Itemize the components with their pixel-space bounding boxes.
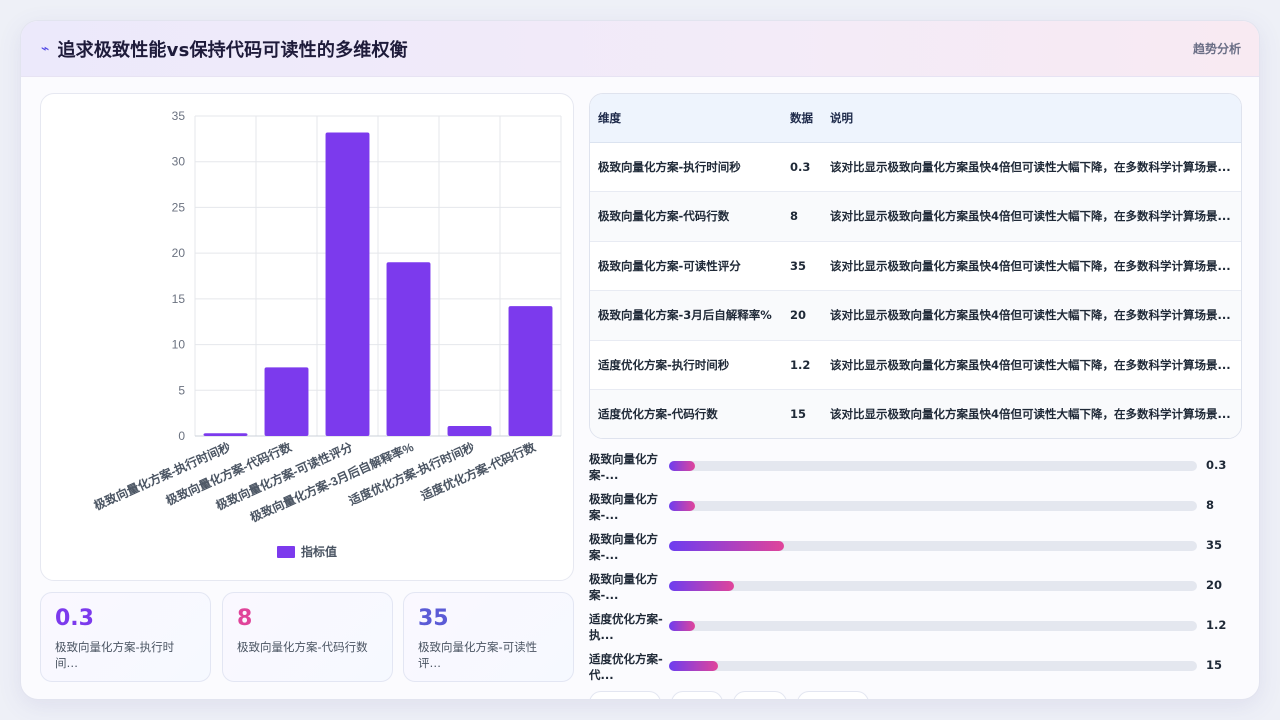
- table-row[interactable]: 极致向量化方案-可读性评分 35 该对比显示极致向量化方案虽快4倍但可读性大幅下…: [590, 241, 1241, 291]
- bar: [508, 306, 553, 436]
- y-tick-label: 0: [178, 429, 185, 443]
- cell-description: 该对比显示极致向量化方案虽快4倍但可读性大幅下降，在多数科学计算场景...: [822, 191, 1241, 242]
- progress-value: 15: [1206, 658, 1223, 672]
- cell-description: 该对比显示极致向量化方案虽快4倍但可读性大幅下降，在多数科学计算场景...: [822, 389, 1241, 438]
- y-tick-label: 30: [172, 155, 186, 169]
- y-tick-label: 5: [178, 383, 185, 397]
- progress-track: [669, 501, 1197, 511]
- kpi-card-1[interactable]: 0.3 极致向量化方案-执行时间…: [40, 592, 211, 682]
- cell-dimension: 极致向量化方案-代码行数: [590, 191, 782, 242]
- progress-track: [669, 661, 1197, 671]
- table-header-row: 维度 数据 说明: [590, 94, 1241, 143]
- progress-row: 适度优化方案-执... 1.2: [589, 609, 1249, 645]
- bar: [325, 132, 370, 436]
- progress-value: 35: [1206, 538, 1223, 552]
- trend-analysis-tag[interactable]: 趋势分析: [1193, 40, 1241, 57]
- progress-value: 8: [1206, 498, 1215, 512]
- progress-track: [669, 461, 1197, 471]
- progress-fill: [669, 661, 719, 671]
- y-tick-label: 35: [172, 109, 186, 123]
- header: ⌁ 追求极致性能vs保持代码可读性的多维权衡 趋势分析: [21, 21, 1259, 77]
- table-row[interactable]: 适度优化方案-代码行数 15 该对比显示极致向量化方案虽快4倍但可读性大幅下降，…: [590, 389, 1241, 438]
- filter-pill[interactable]: [671, 691, 723, 699]
- kpi-label: 极致向量化方案-可读性评…: [418, 640, 538, 670]
- cell-value: 20: [782, 290, 822, 341]
- cell-description: 该对比显示极致向量化方案虽快4倍但可读性大幅下降，在多数科学计算场景...: [822, 290, 1241, 341]
- progress-value: 0.3: [1206, 458, 1227, 472]
- progress-row: 极致向量化方案-... 0.3: [589, 449, 1249, 485]
- kpi-value: 0.3: [55, 606, 94, 631]
- cell-value: 15: [782, 389, 822, 438]
- progress-label: 适度优化方案-代...: [589, 652, 663, 682]
- progress-track: [669, 621, 1197, 631]
- table-row[interactable]: 极致向量化方案-代码行数 8 该对比显示极致向量化方案虽快4倍但可读性大幅下降，…: [590, 191, 1241, 242]
- progress-label: 极致向量化方案-...: [589, 532, 658, 562]
- progress-fill: [669, 541, 784, 551]
- legend-swatch: [277, 546, 295, 558]
- cell-description: 该对比显示极致向量化方案虽快4倍但可读性大幅下降，在多数科学计算场景...: [822, 340, 1241, 390]
- progress-value: 1.2: [1206, 618, 1227, 632]
- progress-fill: [669, 461, 696, 471]
- dashboard-frame: ⌁ 追求极致性能vs保持代码可读性的多维权衡 趋势分析 0 5 10 15 20 25 30…: [20, 20, 1260, 700]
- kpi-label: 极致向量化方案-执行时间…: [55, 640, 175, 670]
- progress-fill: [669, 621, 696, 631]
- bar: [264, 367, 309, 436]
- kpi-value: 35: [418, 606, 449, 631]
- filter-pill[interactable]: [733, 691, 787, 699]
- x-tick-label: 适度优化方案-代码行数: [418, 439, 538, 504]
- column-header-data: 数据: [782, 94, 822, 143]
- progress-track: [669, 541, 1197, 551]
- bar-chart: 05101520253035极致向量化方案-执行时间秒极致向量化方案-代码行数极…: [91, 109, 562, 559]
- cell-value: 35: [782, 241, 822, 291]
- cell-dimension: 适度优化方案-执行时间秒: [590, 340, 782, 390]
- progress-label: 极致向量化方案-...: [589, 452, 658, 482]
- cell-description: 该对比显示极致向量化方案虽快4倍但可读性大幅下降，在多数科学计算场景...: [822, 241, 1241, 291]
- cell-value: 1.2: [782, 340, 822, 390]
- data-table-card: 维度 数据 说明 极致向量化方案-执行时间秒 0.3 该对比显示极致向量化方案虽…: [589, 93, 1242, 439]
- progress-label: 极致向量化方案-...: [589, 492, 658, 522]
- progress-label: 适度优化方案-执...: [589, 612, 663, 642]
- kpi-value: 8: [237, 606, 253, 631]
- bolt-icon: ⌁: [41, 40, 50, 57]
- progress-fill: [669, 501, 696, 511]
- legend-label: 指标值: [301, 544, 337, 559]
- progress-row: 适度优化方案-代... 15: [589, 649, 1249, 685]
- pill-row: [589, 691, 1249, 699]
- table-row[interactable]: 极致向量化方案-3月后自解释率% 20 该对比显示极致向量化方案虽快4倍但可读性…: [590, 290, 1241, 341]
- kpi-card-2[interactable]: 8 极致向量化方案-代码行数: [222, 592, 393, 682]
- filter-pill[interactable]: [589, 691, 661, 699]
- data-table: 维度 数据 说明 极致向量化方案-执行时间秒 0.3 该对比显示极致向量化方案虽…: [590, 94, 1241, 438]
- cell-dimension: 极致向量化方案-执行时间秒: [590, 142, 782, 192]
- progress-row: 极致向量化方案-... 35: [589, 529, 1249, 565]
- y-tick-label: 15: [172, 292, 186, 306]
- bar: [386, 262, 431, 436]
- y-tick-label: 25: [172, 200, 186, 214]
- y-tick-label: 10: [172, 338, 186, 352]
- bar: [203, 433, 248, 436]
- progress-value: 20: [1206, 578, 1223, 592]
- cell-dimension: 极致向量化方案-3月后自解释率%: [590, 290, 782, 341]
- kpi-label: 极致向量化方案-代码行数: [237, 640, 368, 654]
- y-tick-label: 20: [172, 246, 186, 260]
- page-title: 追求极致性能vs保持代码可读性的多维权衡: [57, 39, 408, 61]
- table-row[interactable]: 极致向量化方案-执行时间秒 0.3 该对比显示极致向量化方案虽快4倍但可读性大幅…: [590, 142, 1241, 192]
- column-header-description: 说明: [822, 94, 1241, 143]
- kpi-row: 0.3 极致向量化方案-执行时间… 8 极致向量化方案-代码行数 35 极致向量…: [40, 592, 574, 682]
- progress-fill: [669, 581, 735, 591]
- bar: [447, 425, 492, 436]
- bar-chart-card: 0 5 10 15 20 25 30 35 极致向量化方案-执行时间秒 极致向量化方案-代码行数极…: [40, 93, 574, 581]
- progress-track: [669, 581, 1197, 591]
- cell-dimension: 适度优化方案-代码行数: [590, 389, 782, 438]
- column-header-dimension: 维度: [590, 94, 782, 143]
- progress-row: 极致向量化方案-... 8: [589, 489, 1249, 525]
- progress-label: 极致向量化方案-...: [589, 572, 658, 602]
- cell-description: 该对比显示极致向量化方案虽快4倍但可读性大幅下降，在多数科学计算场景...: [822, 142, 1241, 192]
- progress-row: 极致向量化方案-... 20: [589, 569, 1249, 605]
- cell-value: 8: [782, 191, 822, 242]
- filter-pill[interactable]: [797, 691, 869, 699]
- table-row[interactable]: 适度优化方案-执行时间秒 1.2 该对比显示极致向量化方案虽快4倍但可读性大幅下…: [590, 340, 1241, 390]
- kpi-card-3[interactable]: 35 极致向量化方案-可读性评…: [403, 592, 574, 682]
- cell-value: 0.3: [782, 142, 822, 192]
- cell-dimension: 极致向量化方案-可读性评分: [590, 241, 782, 291]
